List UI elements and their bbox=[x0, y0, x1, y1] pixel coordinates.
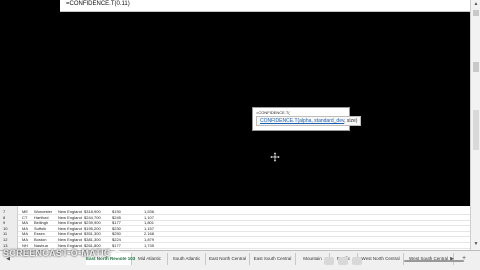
page-break-icon[interactable] bbox=[352, 257, 362, 265]
name-box-area bbox=[0, 0, 60, 12]
scroll-thumb[interactable] bbox=[473, 10, 479, 16]
scroll-thumb-secondary[interactable] bbox=[473, 62, 479, 72]
row-number: 8 bbox=[3, 214, 6, 220]
row-number: 10 bbox=[3, 225, 8, 231]
tooltip-function-signature[interactable]: CONFIDENCE.T(alpha, standard_dev bbox=[260, 118, 344, 124]
sheet-tab[interactable]: Mid Atlantic bbox=[132, 253, 168, 265]
scroll-up-icon[interactable]: ▲ bbox=[473, 1, 479, 7]
vertical-scrollbar[interactable]: ▲ ▼ bbox=[470, 0, 480, 250]
sheet-tab[interactable]: East North Central bbox=[206, 253, 250, 265]
normal-view-icon[interactable] bbox=[324, 257, 334, 265]
function-tooltip[interactable]: CONFIDENCE.T(alpha, standard_dev, size) bbox=[256, 116, 362, 126]
formula-autocomplete-popup: =CONFIDENCE.T( CONFIDENCE.T(alpha, stand… bbox=[252, 107, 362, 131]
formula-text[interactable]: =CONFIDENCE.T(0.11) bbox=[66, 1, 130, 7]
formula-bar[interactable]: =CONFIDENCE.T(0.11) v bbox=[60, 0, 480, 12]
tooltip-remaining-args: , size) bbox=[344, 118, 358, 124]
move-cursor-icon bbox=[270, 152, 280, 162]
page-layout-icon[interactable] bbox=[338, 257, 348, 265]
popup-formula-text[interactable]: =CONFIDENCE.T( bbox=[256, 110, 290, 115]
row-number: 9 bbox=[3, 220, 6, 226]
scroll-track-thumb[interactable] bbox=[473, 110, 479, 150]
scroll-down-icon[interactable]: ▼ bbox=[473, 241, 479, 247]
row-number: 13 bbox=[3, 242, 8, 248]
watermark: SCREENCAST-O-MATIC bbox=[3, 248, 121, 258]
sheet-tab[interactable]: East South Central bbox=[250, 253, 296, 265]
watermark-text: SCREENCAST-O-MATIC bbox=[3, 248, 111, 258]
status-icons bbox=[324, 255, 474, 267]
row-number: 7 bbox=[3, 209, 6, 214]
row-number: 12 bbox=[3, 237, 8, 242]
record-icon bbox=[112, 249, 121, 258]
sheet-tab[interactable]: South Atlantic bbox=[168, 253, 206, 265]
zoom-slider[interactable] bbox=[404, 260, 464, 262]
row-number: 11 bbox=[3, 231, 8, 237]
